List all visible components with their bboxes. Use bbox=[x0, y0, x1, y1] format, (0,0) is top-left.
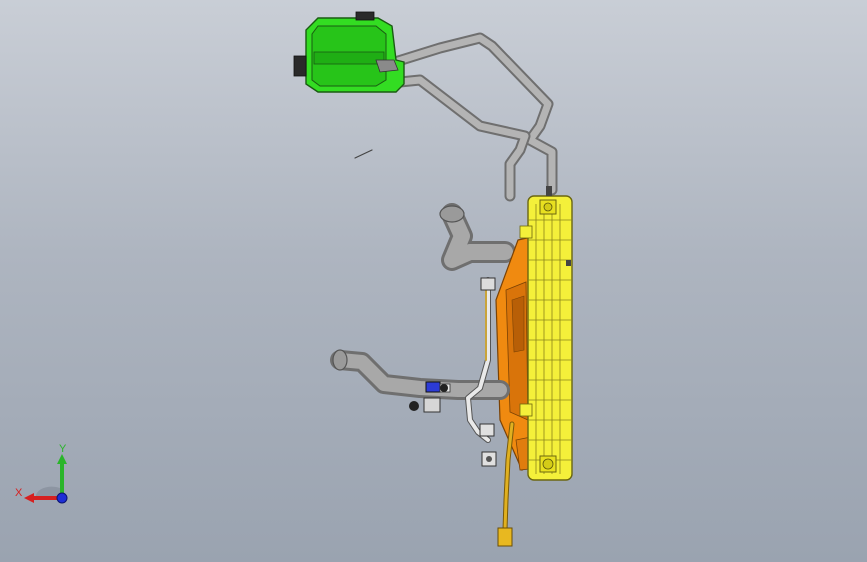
intake-pipe[interactable] bbox=[439, 203, 516, 271]
orientation-triad: Y X bbox=[15, 443, 68, 504]
expansion-tank[interactable] bbox=[293, 11, 405, 93]
clamp-lower[interactable] bbox=[479, 423, 497, 467]
y-axis-label: Y bbox=[59, 443, 67, 455]
hose-upper-a[interactable] bbox=[389, 32, 558, 196]
z-axis-dot bbox=[56, 492, 68, 504]
drain-tube[interactable] bbox=[497, 421, 515, 547]
cooling-system-model[interactable] bbox=[0, 0, 867, 562]
auxiliary-tubes[interactable] bbox=[465, 277, 491, 443]
hose-upper-b[interactable] bbox=[394, 74, 531, 202]
x-axis-label: X bbox=[15, 487, 23, 499]
outlet-pipe[interactable] bbox=[330, 349, 510, 400]
radiator[interactable] bbox=[519, 186, 573, 481]
clamp-upper[interactable] bbox=[480, 277, 496, 291]
cad-viewport[interactable]: Y X bbox=[0, 0, 867, 562]
